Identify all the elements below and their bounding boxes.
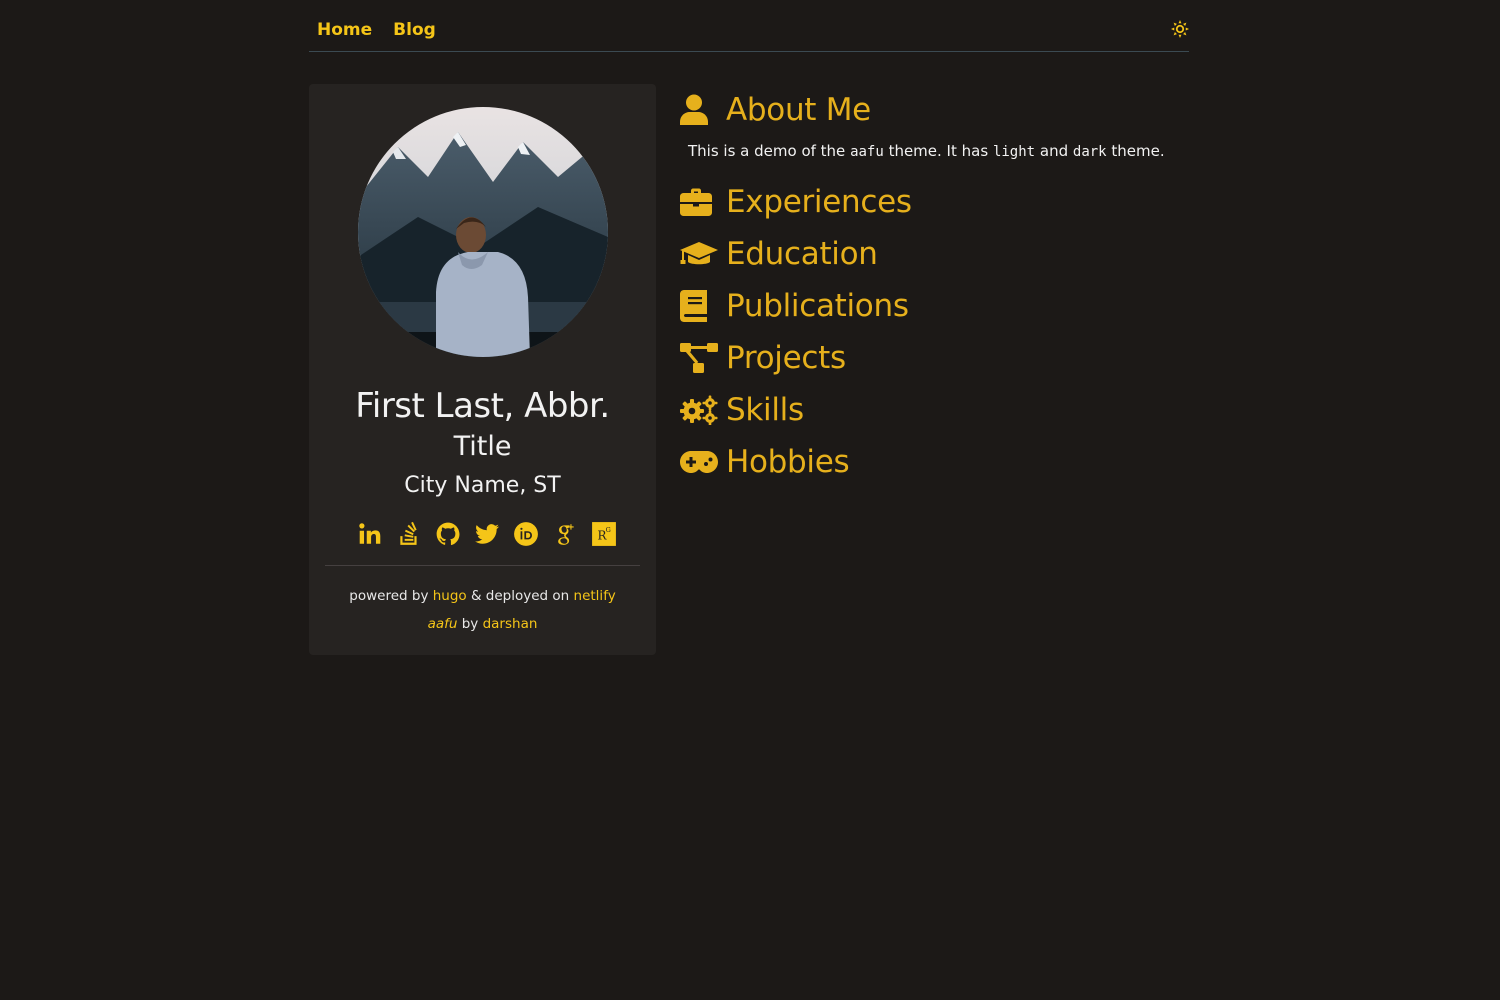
section-label: Projects — [726, 340, 846, 376]
avatar — [358, 107, 608, 357]
about-text-part: theme. — [1111, 142, 1165, 160]
github-icon[interactable] — [435, 521, 461, 547]
footer-deployed-on: & deployed on — [470, 588, 570, 604]
darshan-link[interactable]: darshan — [483, 616, 538, 632]
briefcase-icon — [680, 185, 720, 219]
about-code-dark: dark — [1072, 144, 1107, 160]
card-footer: powered by hugo & deployed on netlify aa… — [309, 582, 656, 638]
section-label: Publications — [726, 288, 909, 324]
gamepad-icon — [680, 445, 720, 479]
researchgate-icon[interactable]: R G — [591, 521, 617, 547]
about-text-part: This is a demo of the — [688, 142, 846, 160]
footer-line-1: powered by hugo & deployed on netlify — [309, 582, 656, 610]
about-code-aafu: aafu — [850, 144, 884, 160]
section-label: About Me — [726, 92, 871, 128]
nav-blog-link[interactable]: Blog — [393, 20, 436, 40]
profile-name: First Last, Abbr. — [355, 386, 610, 426]
about-text-part: theme. It has — [888, 142, 989, 160]
project-diagram-icon — [680, 341, 720, 375]
footer-by: by — [461, 616, 479, 632]
orcid-icon[interactable] — [513, 521, 539, 547]
card-divider — [325, 565, 640, 566]
google-scholar-icon[interactable] — [552, 521, 578, 547]
profile-location: City Name, ST — [404, 473, 561, 498]
user-icon — [680, 93, 720, 127]
section-label: Education — [726, 236, 878, 272]
section-label: Experiences — [726, 184, 912, 220]
aafu-link[interactable]: aafu — [428, 616, 458, 632]
social-links: R G — [357, 521, 630, 547]
nav-home-link[interactable]: Home — [317, 20, 372, 40]
linkedin-icon[interactable] — [357, 521, 383, 547]
about-text-part: and — [1039, 142, 1069, 160]
section-skills[interactable]: Skills — [680, 384, 1190, 436]
cogs-icon — [680, 393, 720, 427]
profile-card: First Last, Abbr. Title City Name, ST R … — [309, 84, 656, 655]
section-hobbies[interactable]: Hobbies — [680, 436, 1190, 488]
stackoverflow-icon[interactable] — [396, 521, 422, 547]
hugo-link[interactable]: hugo — [433, 588, 467, 604]
section-projects[interactable]: Projects — [680, 332, 1190, 384]
profile-title: Title — [453, 431, 512, 462]
section-publications[interactable]: Publications — [680, 280, 1190, 332]
twitter-icon[interactable] — [474, 521, 500, 547]
svg-text:G: G — [606, 526, 611, 534]
about-code-light: light — [992, 144, 1036, 160]
profile-photo — [358, 107, 608, 357]
top-nav: Home Blog — [309, 0, 1189, 52]
section-about-me[interactable]: About Me — [680, 84, 1190, 136]
section-experiences[interactable]: Experiences — [680, 176, 1190, 228]
about-text: This is a demo of the aafu theme. It has… — [688, 142, 1190, 160]
footer-powered-by: powered by — [349, 588, 429, 604]
section-label: Skills — [726, 392, 804, 428]
page-container: Home Blog First Last, Abbr. Title City N… — [309, 0, 1189, 655]
sun-icon[interactable] — [1171, 20, 1189, 38]
graduation-cap-icon — [680, 237, 720, 271]
section-education[interactable]: Education — [680, 228, 1190, 280]
main-content: About Me This is a demo of the aafu them… — [680, 84, 1190, 488]
section-label: Hobbies — [726, 444, 850, 480]
netlify-link[interactable]: netlify — [574, 588, 616, 604]
book-icon — [680, 289, 720, 323]
footer-line-2: aafu by darshan — [309, 610, 656, 638]
